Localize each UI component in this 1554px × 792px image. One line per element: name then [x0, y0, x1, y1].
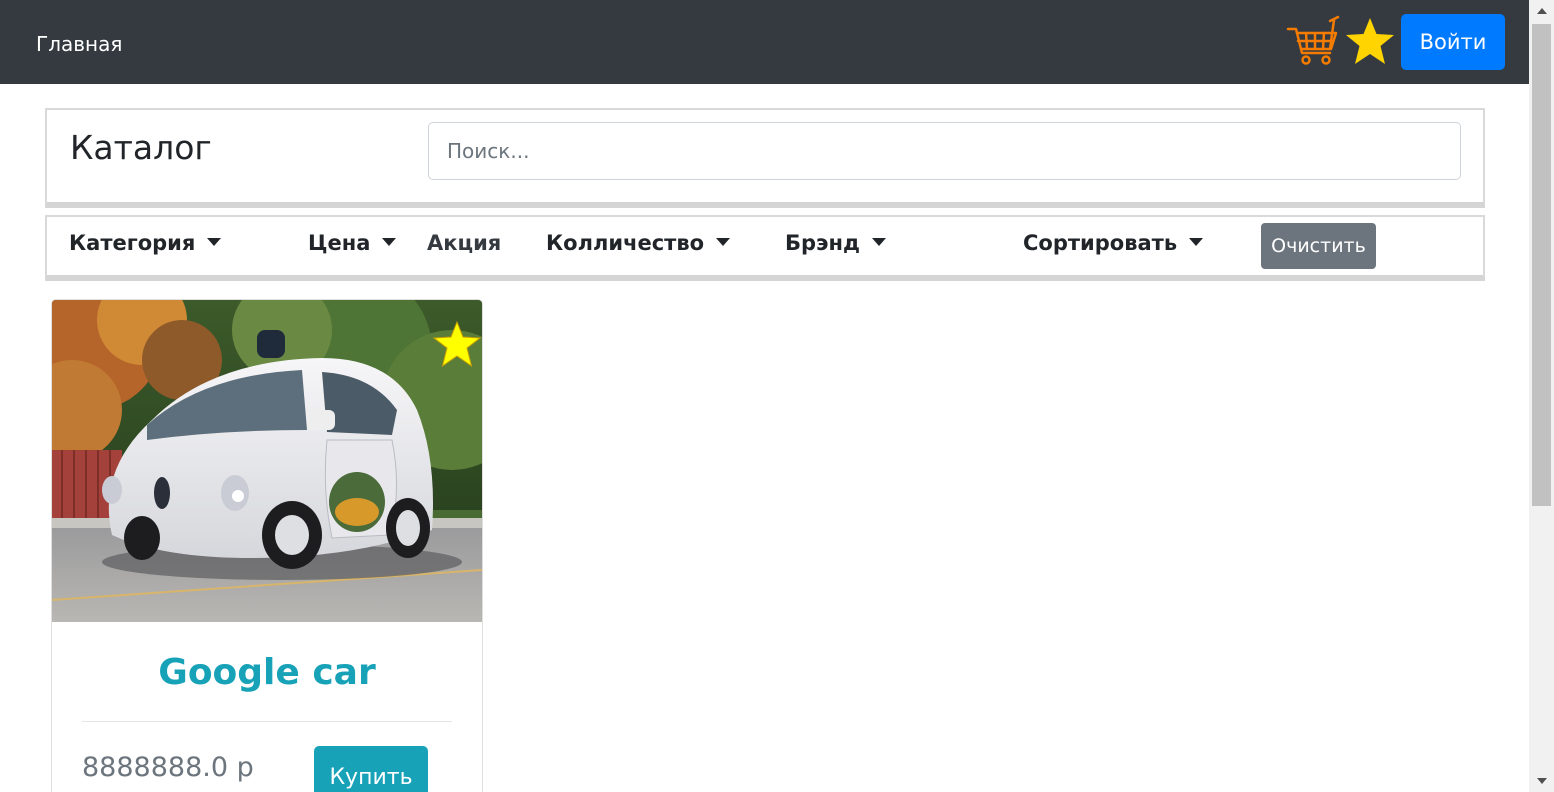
sort-dropdown[interactable]: Сортировать	[1023, 231, 1204, 255]
chevron-down-icon	[871, 238, 886, 246]
quantity-label: Колличество	[546, 231, 705, 255]
product-image[interactable]	[52, 300, 482, 622]
filter-bar: Категория Цена Акция Колличество Брэнд С…	[45, 215, 1485, 281]
chevron-down-icon	[382, 238, 397, 246]
product-card: Google car 8888888.0 р Купить	[51, 299, 483, 792]
price-label: Цена	[308, 231, 371, 255]
star-icon[interactable]	[1343, 15, 1397, 69]
nav-home-link[interactable]: Главная	[36, 32, 122, 56]
page-title: Каталог	[70, 128, 212, 167]
scrollbar-thumb[interactable]	[1532, 24, 1551, 506]
price-dropdown[interactable]: Цена	[308, 231, 397, 255]
sort-label: Сортировать	[1023, 231, 1178, 255]
divider	[82, 721, 452, 722]
catalog-header: Каталог	[45, 108, 1485, 208]
category-dropdown[interactable]: Категория	[69, 231, 222, 255]
brand-dropdown[interactable]: Брэнд	[785, 231, 886, 255]
cart-icon[interactable]	[1286, 15, 1340, 69]
category-label: Категория	[69, 231, 196, 255]
chevron-down-icon	[207, 238, 222, 246]
quantity-dropdown[interactable]: Колличество	[546, 231, 731, 255]
chevron-down-icon	[716, 238, 731, 246]
search-input[interactable]	[428, 122, 1461, 180]
buy-button[interactable]: Купить	[314, 746, 428, 792]
page-scrollbar[interactable]	[1529, 0, 1554, 792]
top-navbar: Главная Войти	[0, 0, 1529, 84]
clear-filters-button[interactable]: Очистить	[1261, 223, 1376, 269]
login-button[interactable]: Войти	[1401, 14, 1505, 70]
scroll-up-arrow-icon[interactable]	[1529, 0, 1554, 22]
product-title[interactable]: Google car	[52, 652, 482, 693]
scroll-down-arrow-icon[interactable]	[1529, 770, 1554, 792]
product-price: 8888888.0 р	[82, 752, 254, 783]
brand-label: Брэнд	[785, 231, 860, 255]
chevron-down-icon	[1189, 238, 1204, 246]
star-icon[interactable]	[432, 320, 482, 370]
promo-filter[interactable]: Акция	[427, 231, 501, 255]
